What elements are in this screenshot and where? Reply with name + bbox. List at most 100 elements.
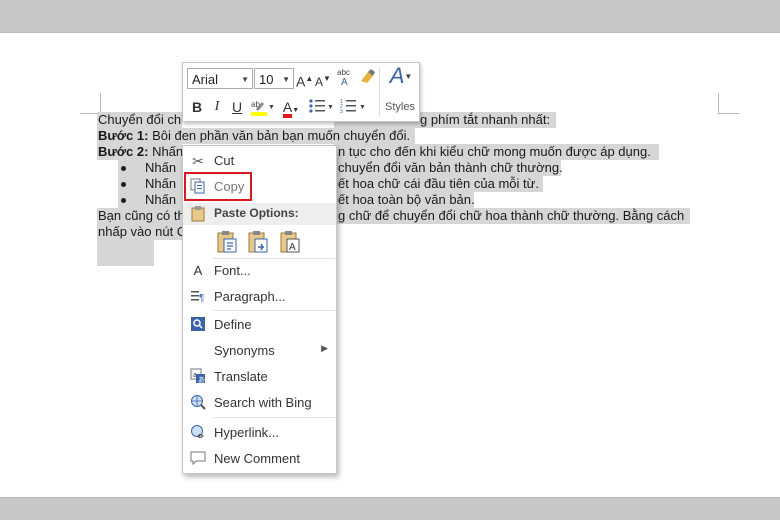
clipboard-icon	[191, 206, 205, 227]
search-globe-icon	[189, 394, 207, 412]
paragraph-icon: ¶	[189, 288, 207, 306]
scissors-icon: ✂	[192, 153, 204, 169]
paste-text-only-icon: A	[280, 231, 300, 253]
svg-text:3: 3	[340, 109, 343, 115]
step-2-text: Nhấn	[148, 144, 184, 159]
bullet-dot	[121, 166, 126, 171]
paste-merge-icon	[248, 231, 268, 253]
bullets-button[interactable]: ▼	[307, 97, 335, 120]
chevron-down-icon: ▼	[282, 75, 290, 84]
menu-item-define[interactable]: Define	[183, 312, 336, 338]
bold-button[interactable]: B	[189, 97, 205, 117]
mini-toolbar: Arial ▼ 10 ▼ A▲ A▼ abc A A▼ Styles B I U …	[182, 62, 420, 122]
doc-para-2-left: nhấp vào nút C	[98, 224, 187, 239]
menu-item-new-comment[interactable]: New Comment	[183, 446, 336, 472]
bullets-icon: ▼	[309, 99, 334, 113]
bullet-3-left: Nhấn	[145, 192, 177, 207]
menu-divider	[213, 417, 335, 418]
define-icon	[189, 316, 207, 334]
paste-keep-source-icon	[217, 231, 237, 253]
toolbar-divider	[379, 67, 380, 117]
font-color-icon: A	[282, 100, 293, 118]
step-1-label: Bước 1:	[98, 128, 149, 143]
styles-icon: A	[389, 63, 405, 88]
copy-highlight-box	[184, 172, 252, 201]
doc-para-right: g chữ để chuyển đổi chữ hoa thành chữ th…	[338, 208, 685, 223]
svg-text:▼: ▼	[268, 104, 274, 111]
menu-item-search-bing[interactable]: Search with Bing	[183, 390, 336, 416]
styles-button[interactable]: A▼	[387, 63, 415, 88]
menu-item-label: Paragraph...	[214, 289, 286, 304]
shrink-font-icon: A	[315, 75, 324, 89]
doc-line-1-right: g phím tắt nhanh nhất:	[420, 112, 551, 127]
bullet-2-right: ết hoa chữ cái đầu tiên của mỗi từ.	[338, 176, 539, 191]
menu-item-label: Synonyms	[214, 343, 275, 358]
svg-text:あ: あ	[198, 376, 205, 384]
doc-step-1: Bước 1: Bôi đen phần văn bản bạn muốn ch…	[98, 128, 410, 144]
underline-button[interactable]: U	[229, 97, 245, 117]
paste-merge-formatting-button[interactable]	[247, 230, 269, 254]
grow-font-button[interactable]: A▲	[296, 69, 313, 92]
step-1-text: Bôi đen phần văn bản bạn muốn chuyển đổi…	[148, 128, 411, 143]
svg-text:A: A	[341, 77, 348, 87]
bullet-1-right: chuyển đổi văn bản thành chữ thường.	[338, 160, 563, 175]
translate-icon: aあ	[189, 368, 207, 386]
font-icon: A	[193, 263, 203, 278]
menu-item-translate[interactable]: aあ Translate	[183, 364, 336, 390]
submenu-arrow-icon: ▶	[321, 343, 328, 353]
doc-step-2-right: n tục cho đến khi kiểu chữ mong muốn đượ…	[338, 144, 651, 159]
menu-item-label: New Comment	[214, 451, 300, 466]
menu-divider	[213, 310, 335, 311]
svg-text:A: A	[289, 242, 296, 253]
styles-label: Styles	[385, 101, 415, 113]
change-case-icon: abcA	[337, 68, 350, 88]
numbering-icon: 123▼	[340, 99, 366, 115]
bullet-dot	[121, 198, 126, 203]
numbering-button[interactable]: 1 2 3 ▼	[339, 97, 367, 120]
svg-text:▼: ▼	[327, 104, 334, 111]
change-case-button[interactable]: abc A	[335, 67, 355, 92]
menu-item-label: Font...	[214, 263, 251, 278]
menu-item-label: Search with Bing	[214, 395, 312, 410]
doc-para-left: Bạn cũng có th	[98, 208, 185, 223]
highlight-color-button[interactable]: ab ▼	[249, 97, 275, 122]
shrink-font-button[interactable]: A▼	[315, 69, 331, 92]
font-name-value: Arial	[192, 72, 219, 87]
menu-item-label: Hyperlink...	[214, 425, 280, 440]
bullet-1-left: Nhấn	[145, 160, 177, 175]
svg-text:▼: ▼	[359, 104, 366, 111]
highlighter-icon: ab ▼	[251, 100, 275, 116]
grow-font-icon: A	[296, 73, 306, 90]
bullet-2-left: Nhấn	[145, 176, 177, 191]
hyperlink-icon	[189, 424, 207, 442]
svg-text:¶: ¶	[199, 293, 204, 304]
menu-item-label: Cut	[214, 153, 235, 168]
bullet-dot	[121, 182, 126, 187]
menu-item-paragraph[interactable]: ¶ Paragraph...	[183, 284, 336, 310]
font-size-combo[interactable]: 10 ▼	[254, 68, 294, 89]
menu-item-font[interactable]: A Font...	[183, 258, 336, 284]
font-size-value: 10	[259, 72, 274, 87]
doc-step-2: Bước 2: Nhấn	[98, 144, 183, 160]
step-2-label: Bước 2:	[98, 144, 149, 159]
paste-options-header: Paste Options:	[183, 203, 336, 225]
menu-item-label: Define	[214, 317, 252, 332]
svg-text:abc: abc	[337, 68, 350, 77]
bullet-3-right: ết hoa toàn bộ văn bản.	[338, 192, 475, 207]
doc-line-1: Chuyển đổi ch	[98, 112, 182, 127]
menu-item-hyperlink[interactable]: Hyperlink...	[183, 420, 336, 446]
selection-highlight	[97, 240, 154, 266]
italic-button[interactable]: I	[209, 97, 225, 117]
paste-keep-formatting-button[interactable]	[216, 230, 238, 254]
clear-formatting-button[interactable]	[357, 67, 377, 90]
paste-text-only-button[interactable]: A	[279, 230, 301, 254]
menu-item-label: Translate	[214, 369, 268, 384]
menu-item-cut[interactable]: ✂ Cut	[183, 148, 336, 174]
menu-item-synonyms[interactable]: Synonyms ▶	[183, 338, 336, 364]
chevron-down-icon: ▼	[241, 75, 249, 84]
font-color-button[interactable]: A▼	[279, 97, 303, 121]
font-name-combo[interactable]: Arial ▼	[187, 68, 253, 89]
clear-formatting-icon	[361, 69, 375, 83]
comment-icon	[189, 450, 207, 468]
paste-options-label: Paste Options:	[214, 206, 299, 220]
